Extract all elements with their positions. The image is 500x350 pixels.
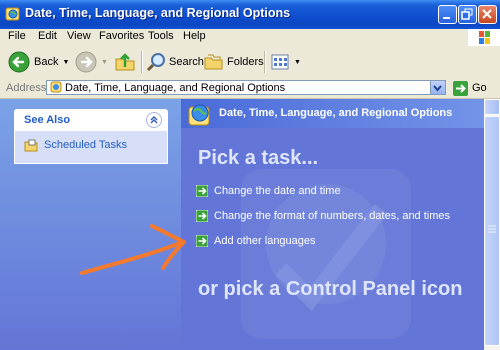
- menu-file[interactable]: File: [8, 30, 26, 42]
- go-arrow-icon: [453, 80, 468, 96]
- pick-task-heading: Pick a task...: [198, 147, 319, 169]
- grip-icon: [488, 225, 496, 233]
- close-icon: [482, 9, 492, 19]
- windows-logo: [468, 29, 500, 46]
- standard-toolbar: Back ▼ ▼ Search Folders ▼: [0, 46, 500, 79]
- go-label: Go: [472, 82, 487, 94]
- green-arrow-icon: [196, 235, 208, 247]
- watermark-icon: [241, 169, 411, 339]
- search-label: Search: [169, 56, 204, 68]
- category-header: Date, Time, Language, and Regional Optio…: [181, 99, 484, 128]
- address-bar: Address Date, Time, Language, and Region…: [0, 78, 500, 99]
- go-button[interactable]: Go: [453, 80, 487, 96]
- minimize-button[interactable]: [438, 5, 457, 24]
- menu-help[interactable]: Help: [183, 30, 206, 42]
- task-pane: See Also Scheduled Tasks: [0, 99, 181, 350]
- address-value: Date, Time, Language, and Regional Optio…: [65, 82, 286, 94]
- see-also-body: Scheduled Tasks: [14, 131, 168, 164]
- back-button[interactable]: Back ▼: [8, 49, 69, 75]
- window-title: Date, Time, Language, and Regional Optio…: [25, 6, 291, 20]
- menu-tools[interactable]: Tools: [148, 30, 174, 42]
- forward-dropdown-icon[interactable]: ▼: [101, 59, 108, 66]
- task-label: Change the date and time: [214, 185, 341, 197]
- pick-icon-heading: or pick a Control Panel icon: [198, 278, 463, 300]
- globe-clock-icon: [50, 81, 62, 93]
- toolbar-separator: [141, 51, 143, 73]
- address-dropdown-button[interactable]: [430, 81, 445, 94]
- explorer-window: Date, Time, Language, and Regional Optio…: [0, 0, 500, 350]
- green-arrow-icon: [196, 185, 208, 197]
- menu-edit[interactable]: Edit: [38, 30, 57, 42]
- menu-favorites[interactable]: Favorites: [99, 30, 144, 42]
- folders-button[interactable]: Folders: [204, 49, 264, 75]
- task-label: Change the format of numbers, dates, and…: [214, 210, 451, 222]
- scroll-up-button[interactable]: [484, 99, 500, 115]
- task-add-languages[interactable]: Add other languages: [196, 235, 316, 247]
- close-button[interactable]: [478, 5, 497, 24]
- scheduled-tasks-icon: [24, 139, 38, 152]
- address-label: Address: [6, 82, 47, 94]
- see-also-header[interactable]: See Also: [14, 109, 168, 131]
- scheduled-tasks-label: Scheduled Tasks: [44, 139, 127, 151]
- green-arrow-icon: [196, 210, 208, 222]
- category-view: Date, Time, Language, and Regional Optio…: [181, 99, 484, 350]
- scroll-thumb[interactable]: [484, 116, 500, 346]
- windows-flag-icon: [479, 31, 490, 44]
- task-label: Add other languages: [214, 235, 316, 247]
- see-also-panel: See Also Scheduled Tasks: [14, 109, 168, 164]
- task-change-date-time[interactable]: Change the date and time: [196, 185, 341, 197]
- title-bar[interactable]: Date, Time, Language, and Regional Optio…: [0, 0, 500, 29]
- toolbar-separator: [264, 51, 266, 73]
- chevron-up-double-icon: [150, 115, 158, 124]
- category-title: Date, Time, Language, and Regional Optio…: [219, 107, 453, 119]
- views-icon: [271, 54, 289, 70]
- see-also-title: See Also: [24, 114, 71, 126]
- address-field[interactable]: Date, Time, Language, and Regional Optio…: [46, 80, 446, 95]
- scheduled-tasks-link[interactable]: Scheduled Tasks: [24, 138, 127, 152]
- menu-bar: File Edit View Favorites Tools Help: [0, 29, 500, 47]
- back-label: Back: [34, 56, 59, 68]
- vertical-scrollbar[interactable]: [484, 99, 500, 350]
- forward-button[interactable]: ▼: [75, 49, 108, 75]
- chevron-down-icon: [433, 85, 442, 92]
- views-button[interactable]: ▼: [270, 49, 301, 75]
- search-button[interactable]: Search: [146, 49, 204, 75]
- minimize-icon: [443, 17, 450, 19]
- restore-icon: [461, 8, 473, 20]
- globe-clock-icon: [5, 7, 20, 21]
- views-dropdown-icon[interactable]: ▼: [294, 59, 301, 66]
- forward-arrow-icon: [75, 51, 97, 73]
- globe-clock-icon: [188, 104, 210, 126]
- up-folder-icon: [115, 53, 135, 71]
- back-dropdown-icon[interactable]: ▼: [62, 59, 69, 66]
- restore-button[interactable]: [458, 5, 477, 24]
- task-change-format[interactable]: Change the format of numbers, dates, and…: [196, 210, 450, 222]
- folders-icon: [204, 54, 223, 70]
- collapse-button[interactable]: [146, 112, 162, 128]
- up-button[interactable]: [114, 49, 136, 75]
- back-arrow-icon: [8, 51, 30, 73]
- folders-label: Folders: [227, 56, 264, 68]
- menu-view[interactable]: View: [67, 30, 91, 42]
- search-icon: [146, 53, 165, 72]
